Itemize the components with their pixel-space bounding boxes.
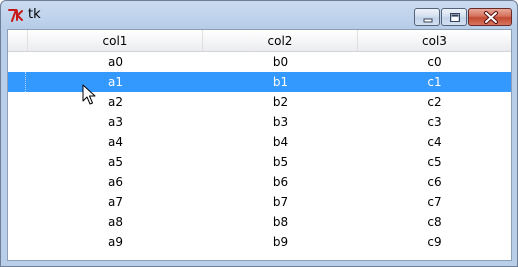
cell-col2: b9	[272, 235, 289, 249]
cell-col3: c5	[427, 155, 442, 169]
tk-feather-icon	[8, 9, 23, 22]
header-col3[interactable]: col3	[358, 30, 511, 51]
row-gutter	[8, 72, 26, 92]
cell-col1: a4	[108, 135, 123, 149]
close-icon	[484, 11, 498, 24]
row-gutter	[8, 92, 25, 112]
cell-col1: a8	[108, 215, 123, 229]
table-row[interactable]: a3 b3 c3	[8, 112, 511, 132]
app-window: tk col1 col2 col3 a0 b0 c0 a1 b1 c1 a2 b…	[0, 0, 518, 267]
cell-col2: b1	[272, 75, 289, 89]
cell-col2: b6	[272, 175, 289, 189]
window-title: tk	[28, 7, 41, 22]
cell-col3: c7	[427, 195, 442, 209]
table-body: a0 b0 c0 a1 b1 c1 a2 b2 c2 a3 b3 c3 a4 b…	[8, 52, 511, 252]
cell-col1: a3	[108, 115, 123, 129]
cell-col3: c1	[427, 75, 442, 89]
minimize-icon	[423, 18, 433, 23]
cell-col3: c8	[427, 215, 442, 229]
table-row-selected[interactable]: a1 b1 c1	[8, 72, 511, 92]
cell-col1: a9	[108, 235, 123, 249]
row-gutter	[8, 232, 25, 252]
table-row[interactable]: a8 b8 c8	[8, 212, 511, 232]
header-col2[interactable]: col2	[203, 30, 358, 51]
treeview[interactable]: col1 col2 col3 a0 b0 c0 a1 b1 c1 a2 b2 c…	[7, 29, 512, 261]
header-col1[interactable]: col1	[28, 30, 203, 51]
cell-col3: c2	[427, 95, 442, 109]
row-gutter	[8, 212, 25, 232]
cell-col2: b4	[272, 135, 289, 149]
cell-col2: b7	[272, 195, 289, 209]
cell-col2: b2	[272, 95, 289, 109]
cell-col1: a2	[108, 95, 123, 109]
row-gutter	[8, 52, 25, 72]
table-row[interactable]: a4 b4 c4	[8, 132, 511, 152]
cell-col1: a7	[108, 195, 123, 209]
title-bar[interactable]: tk	[1, 1, 517, 29]
maximize-icon	[450, 13, 460, 22]
cell-col3: c4	[427, 135, 442, 149]
cell-col1: a6	[108, 175, 123, 189]
cell-col1: a1	[108, 75, 123, 89]
column-header: col1 col2 col3	[8, 30, 511, 52]
table-row[interactable]: a9 b9 c9	[8, 232, 511, 252]
cell-col3: c0	[427, 55, 442, 69]
minimize-button[interactable]	[414, 8, 440, 26]
table-row[interactable]: a0 b0 c0	[8, 52, 511, 72]
cell-col3: c9	[427, 235, 442, 249]
table-row[interactable]: a7 b7 c7	[8, 192, 511, 212]
cell-col2: b3	[272, 115, 289, 129]
cell-col2: b8	[272, 215, 289, 229]
table-row[interactable]: a6 b6 c6	[8, 172, 511, 192]
maximize-button[interactable]	[441, 8, 467, 26]
row-gutter	[8, 192, 25, 212]
cell-col1: a5	[108, 155, 123, 169]
cell-col2: b0	[272, 55, 289, 69]
cell-col3: c6	[427, 175, 442, 189]
cell-col2: b5	[272, 155, 289, 169]
row-gutter	[8, 152, 25, 172]
cell-col1: a0	[108, 55, 123, 69]
row-gutter	[8, 172, 25, 192]
cell-col3: c3	[427, 115, 442, 129]
row-gutter	[8, 132, 25, 152]
table-row[interactable]: a5 b5 c5	[8, 152, 511, 172]
header-tree-column[interactable]	[8, 30, 28, 51]
table-row[interactable]: a2 b2 c2	[8, 92, 511, 112]
row-gutter	[8, 112, 25, 132]
close-button[interactable]	[468, 8, 512, 26]
